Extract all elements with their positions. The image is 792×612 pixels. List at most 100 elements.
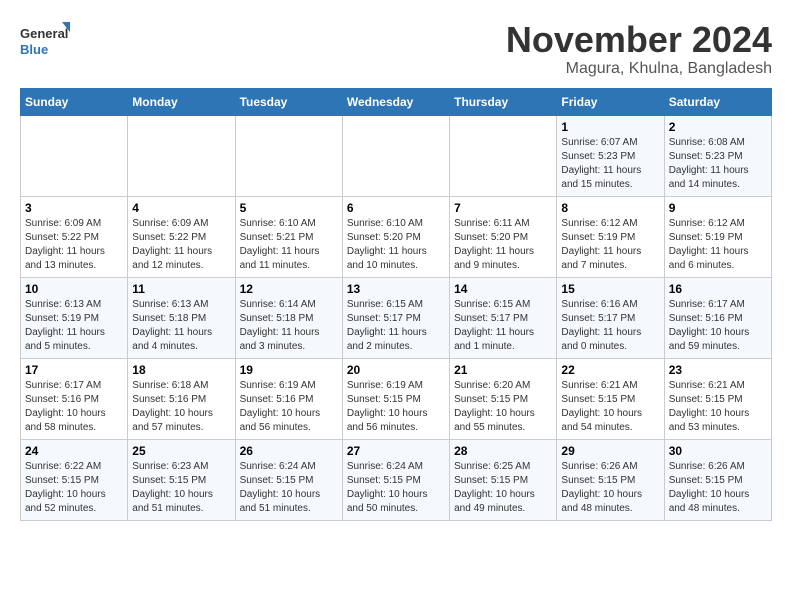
day-info: Sunrise: 6:15 AM Sunset: 5:17 PM Dayligh… [347, 298, 445, 354]
calendar-cell: 14 Sunrise: 6:15 AM Sunset: 5:17 PM Dayli… [450, 277, 557, 358]
calendar-cell: 25Sunrise: 6:23 AM Sunset: 5:15 PM Dayli… [128, 439, 235, 520]
calendar-cell: 6 Sunrise: 6:10 AM Sunset: 5:20 PM Daylig… [342, 196, 449, 277]
header-wednesday: Wednesday [342, 88, 449, 115]
day-number: 17 [25, 363, 123, 377]
calendar-cell: 26 Sunrise: 6:24 AM Sunset: 5:15 PM Dayli… [235, 439, 342, 520]
day-number: 11 [132, 282, 230, 296]
calendar-cell: 3 Sunrise: 6:09 AM Sunset: 5:22 PM Daylig… [21, 196, 128, 277]
day-number: 3 [25, 201, 123, 215]
day-number: 30 [669, 444, 767, 458]
day-info: Sunrise: 6:09 AM Sunset: 5:22 PM Dayligh… [25, 217, 123, 273]
week-row-1: 1 Sunrise: 6:07 AM Sunset: 5:23 PM Daylig… [21, 115, 772, 196]
calendar-cell: 9 Sunrise: 6:12 AM Sunset: 5:19 PM Daylig… [664, 196, 771, 277]
day-number: 7 [454, 201, 552, 215]
day-number: 16 [669, 282, 767, 296]
calendar-cell: 15 Sunrise: 6:16 AM Sunset: 5:17 PM Dayli… [557, 277, 664, 358]
calendar-cell: 8 Sunrise: 6:12 AM Sunset: 5:19 PM Daylig… [557, 196, 664, 277]
header-row: SundayMondayTuesdayWednesdayThursdayFrid… [21, 88, 772, 115]
day-number: 27 [347, 444, 445, 458]
day-number: 5 [240, 201, 338, 215]
day-info: Sunrise: 6:17 AM Sunset: 5:16 PM Dayligh… [669, 298, 767, 354]
calendar-cell: 28Sunrise: 6:25 AM Sunset: 5:15 PM Dayli… [450, 439, 557, 520]
calendar-cell: 17 Sunrise: 6:17 AM Sunset: 5:16 PM Dayli… [21, 358, 128, 439]
calendar-cell [342, 115, 449, 196]
header-sunday: Sunday [21, 88, 128, 115]
calendar-cell: 23Sunrise: 6:21 AM Sunset: 5:15 PM Dayli… [664, 358, 771, 439]
day-number: 15 [561, 282, 659, 296]
day-info: Sunrise: 6:14 AM Sunset: 5:18 PM Dayligh… [240, 298, 338, 354]
day-info: Sunrise: 6:19 AM Sunset: 5:16 PM Dayligh… [240, 379, 338, 435]
calendar-cell: 16 Sunrise: 6:17 AM Sunset: 5:16 PM Dayli… [664, 277, 771, 358]
day-info: Sunrise: 6:19 AM Sunset: 5:15 PM Dayligh… [347, 379, 445, 435]
day-info: Sunrise: 6:26 AM Sunset: 5:15 PM Dayligh… [669, 460, 767, 516]
week-row-5: 24 Sunrise: 6:22 AM Sunset: 5:15 PM Dayli… [21, 439, 772, 520]
header-monday: Monday [128, 88, 235, 115]
logo-svg: General Blue [20, 20, 70, 65]
header-thursday: Thursday [450, 88, 557, 115]
week-row-4: 17 Sunrise: 6:17 AM Sunset: 5:16 PM Dayli… [21, 358, 772, 439]
calendar-cell: 21 Sunrise: 6:20 AM Sunset: 5:15 PM Dayli… [450, 358, 557, 439]
day-info: Sunrise: 6:18 AM Sunset: 5:16 PM Dayligh… [132, 379, 230, 435]
day-info: Sunrise: 6:07 AM Sunset: 5:23 PM Dayligh… [561, 136, 659, 192]
day-info: Sunrise: 6:15 AM Sunset: 5:17 PM Dayligh… [454, 298, 552, 354]
day-info: Sunrise: 6:26 AM Sunset: 5:15 PM Dayligh… [561, 460, 659, 516]
day-number: 13 [347, 282, 445, 296]
day-info: Sunrise: 6:13 AM Sunset: 5:19 PM Dayligh… [25, 298, 123, 354]
calendar-cell: 20 Sunrise: 6:19 AM Sunset: 5:15 PM Dayli… [342, 358, 449, 439]
day-number: 29 [561, 444, 659, 458]
day-number: 21 [454, 363, 552, 377]
day-info: Sunrise: 6:20 AM Sunset: 5:15 PM Dayligh… [454, 379, 552, 435]
day-number: 1 [561, 120, 659, 134]
day-info: Sunrise: 6:23 AM Sunset: 5:15 PM Dayligh… [132, 460, 230, 516]
day-info: Sunrise: 6:10 AM Sunset: 5:21 PM Dayligh… [240, 217, 338, 273]
calendar-cell: 11Sunrise: 6:13 AM Sunset: 5:18 PM Dayli… [128, 277, 235, 358]
calendar-cell: 24 Sunrise: 6:22 AM Sunset: 5:15 PM Dayli… [21, 439, 128, 520]
day-info: Sunrise: 6:21 AM Sunset: 5:15 PM Dayligh… [561, 379, 659, 435]
week-row-2: 3 Sunrise: 6:09 AM Sunset: 5:22 PM Daylig… [21, 196, 772, 277]
calendar-cell: 5 Sunrise: 6:10 AM Sunset: 5:21 PM Daylig… [235, 196, 342, 277]
day-number: 19 [240, 363, 338, 377]
day-info: Sunrise: 6:22 AM Sunset: 5:15 PM Dayligh… [25, 460, 123, 516]
calendar-cell [450, 115, 557, 196]
page-header: General Blue November 2024 Magura, Khuln… [20, 20, 772, 78]
svg-text:General: General [20, 26, 68, 41]
calendar-cell: 10Sunrise: 6:13 AM Sunset: 5:19 PM Dayli… [21, 277, 128, 358]
day-number: 20 [347, 363, 445, 377]
title-section: November 2024 Magura, Khulna, Bangladesh [506, 20, 772, 78]
day-number: 23 [669, 363, 767, 377]
calendar-cell: 18 Sunrise: 6:18 AM Sunset: 5:16 PM Dayli… [128, 358, 235, 439]
calendar-cell: 19 Sunrise: 6:19 AM Sunset: 5:16 PM Dayli… [235, 358, 342, 439]
day-info: Sunrise: 6:24 AM Sunset: 5:15 PM Dayligh… [240, 460, 338, 516]
day-number: 18 [132, 363, 230, 377]
calendar-cell [21, 115, 128, 196]
location-title: Magura, Khulna, Bangladesh [506, 60, 772, 78]
day-number: 6 [347, 201, 445, 215]
svg-text:Blue: Blue [20, 42, 48, 57]
calendar-cell [128, 115, 235, 196]
day-info: Sunrise: 6:08 AM Sunset: 5:23 PM Dayligh… [669, 136, 767, 192]
day-info: Sunrise: 6:12 AM Sunset: 5:19 PM Dayligh… [561, 217, 659, 273]
day-number: 26 [240, 444, 338, 458]
day-info: Sunrise: 6:16 AM Sunset: 5:17 PM Dayligh… [561, 298, 659, 354]
week-row-3: 10Sunrise: 6:13 AM Sunset: 5:19 PM Dayli… [21, 277, 772, 358]
calendar-cell: 2Sunrise: 6:08 AM Sunset: 5:23 PM Daylig… [664, 115, 771, 196]
header-tuesday: Tuesday [235, 88, 342, 115]
day-info: Sunrise: 6:10 AM Sunset: 5:20 PM Dayligh… [347, 217, 445, 273]
day-number: 9 [669, 201, 767, 215]
calendar-cell: 1 Sunrise: 6:07 AM Sunset: 5:23 PM Daylig… [557, 115, 664, 196]
calendar-table: SundayMondayTuesdayWednesdayThursdayFrid… [20, 88, 772, 521]
day-number: 12 [240, 282, 338, 296]
day-number: 24 [25, 444, 123, 458]
day-number: 14 [454, 282, 552, 296]
day-info: Sunrise: 6:09 AM Sunset: 5:22 PM Dayligh… [132, 217, 230, 273]
calendar-cell: 30 Sunrise: 6:26 AM Sunset: 5:15 PM Dayli… [664, 439, 771, 520]
logo: General Blue [20, 20, 70, 65]
calendar-cell: 4Sunrise: 6:09 AM Sunset: 5:22 PM Daylig… [128, 196, 235, 277]
header-friday: Friday [557, 88, 664, 115]
day-number: 8 [561, 201, 659, 215]
day-info: Sunrise: 6:17 AM Sunset: 5:16 PM Dayligh… [25, 379, 123, 435]
month-title: November 2024 [506, 20, 772, 60]
day-info: Sunrise: 6:24 AM Sunset: 5:15 PM Dayligh… [347, 460, 445, 516]
day-info: Sunrise: 6:12 AM Sunset: 5:19 PM Dayligh… [669, 217, 767, 273]
day-number: 28 [454, 444, 552, 458]
